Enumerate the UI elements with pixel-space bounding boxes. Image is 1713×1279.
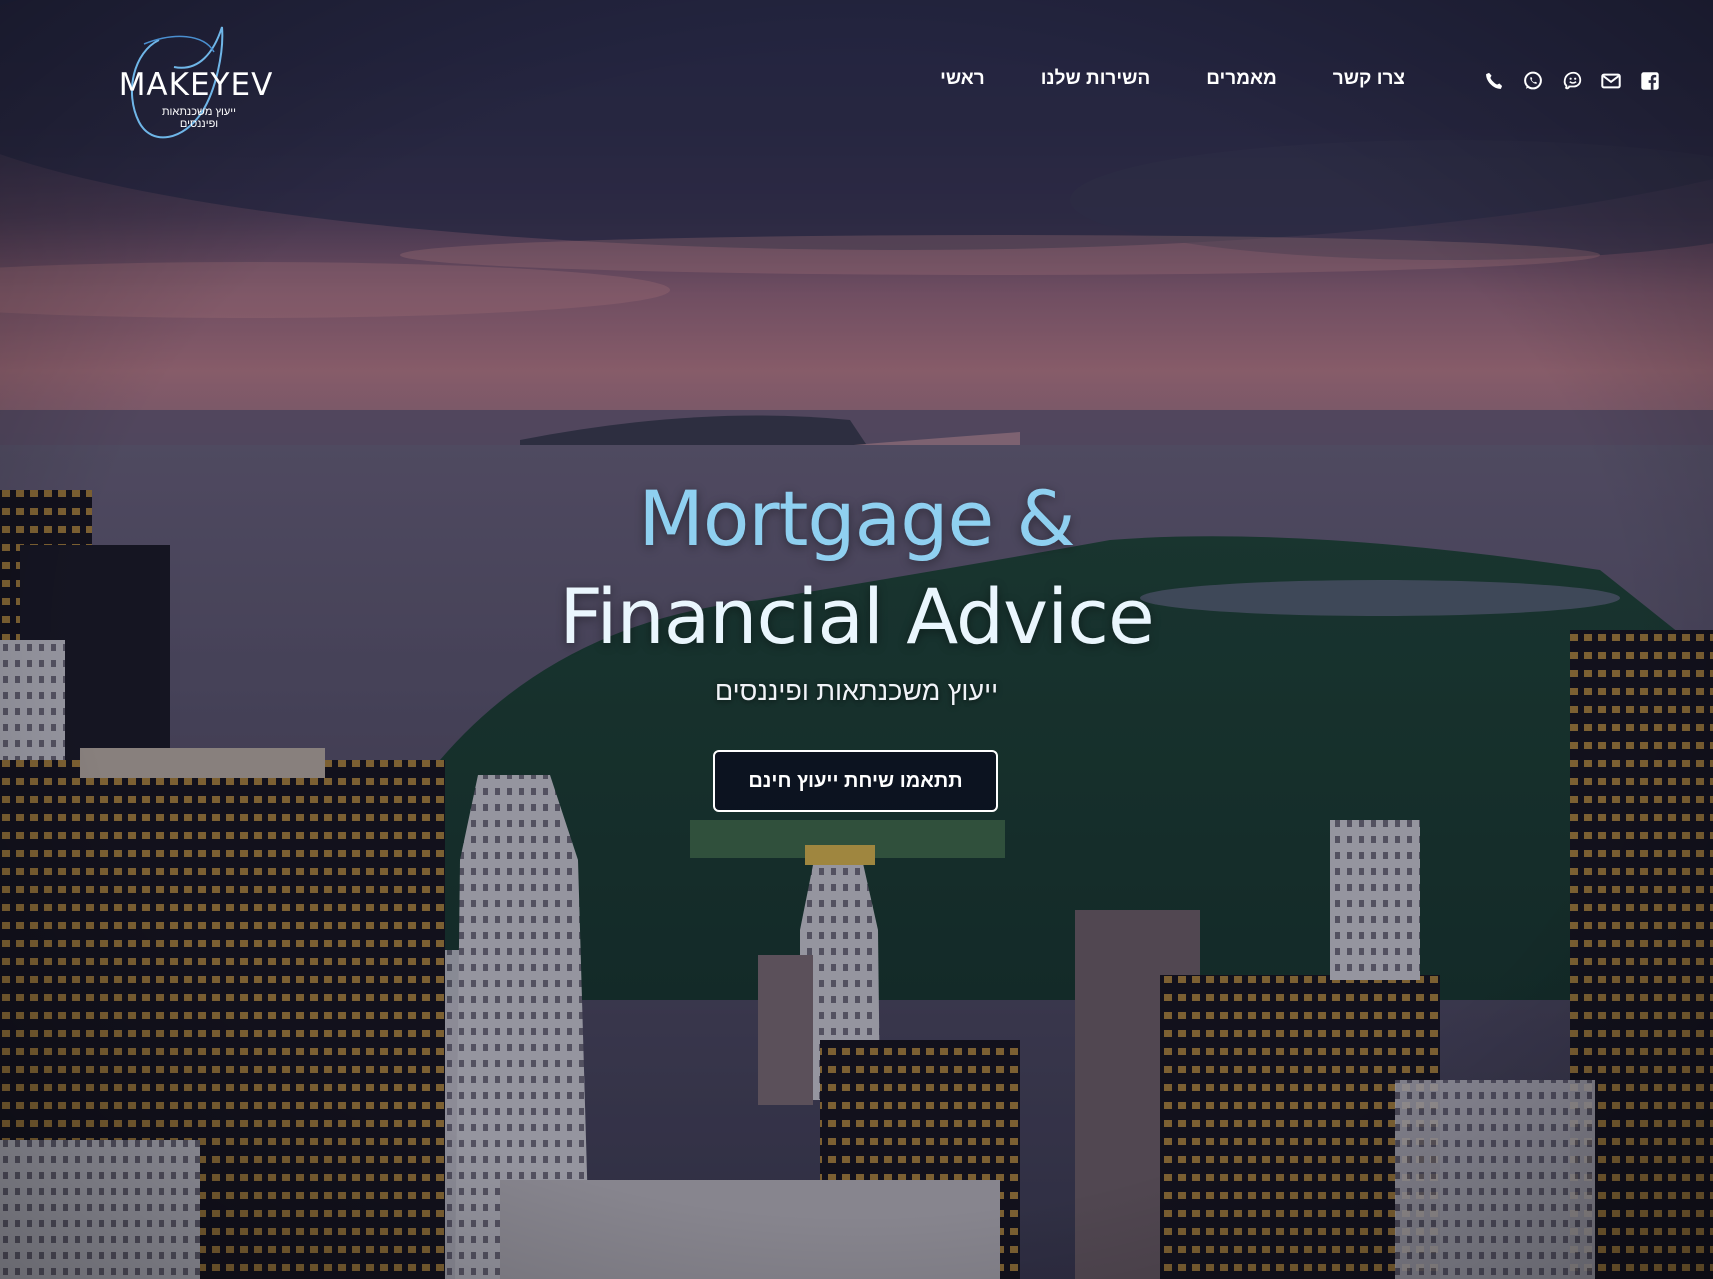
nav-item-home[interactable]: ראשי bbox=[940, 68, 985, 90]
waze-icon[interactable] bbox=[1561, 70, 1583, 92]
hero-headline: Mortgage & Financial Advice bbox=[0, 470, 1713, 666]
hero-section: MAKEYEV ייעוץ משכנתאות ופיננסים ראשי השי… bbox=[0, 0, 1713, 1279]
brand-tagline: ייעוץ משכנתאות ופיננסים bbox=[161, 106, 237, 130]
email-icon[interactable] bbox=[1600, 70, 1622, 92]
nav-item-articles[interactable]: מאמרים bbox=[1206, 68, 1277, 90]
whatsapp-icon[interactable] bbox=[1522, 70, 1544, 92]
headline-line-2: Financial Advice bbox=[559, 572, 1155, 661]
main-nav: ראשי השירות שלנו מאמרים צרו קשר bbox=[940, 68, 1405, 90]
headline-line-1: Mortgage & bbox=[638, 474, 1075, 563]
brand-name: MAKEYEV bbox=[118, 67, 274, 103]
phone-icon[interactable] bbox=[1483, 70, 1505, 92]
nav-item-services[interactable]: השירות שלנו bbox=[1041, 68, 1151, 90]
facebook-icon[interactable] bbox=[1639, 70, 1661, 92]
hero-subtitle: ייעוץ משכנתאות ופיננסים bbox=[714, 676, 999, 706]
free-consultation-button[interactable]: תתאמו שיחת ייעוץ חינם bbox=[713, 750, 998, 812]
brand-logo[interactable]: MAKEYEV ייעוץ משכנתאות ופיננסים bbox=[104, 22, 294, 146]
social-icons bbox=[1483, 70, 1661, 92]
nav-item-contact[interactable]: צרו קשר bbox=[1333, 68, 1405, 90]
